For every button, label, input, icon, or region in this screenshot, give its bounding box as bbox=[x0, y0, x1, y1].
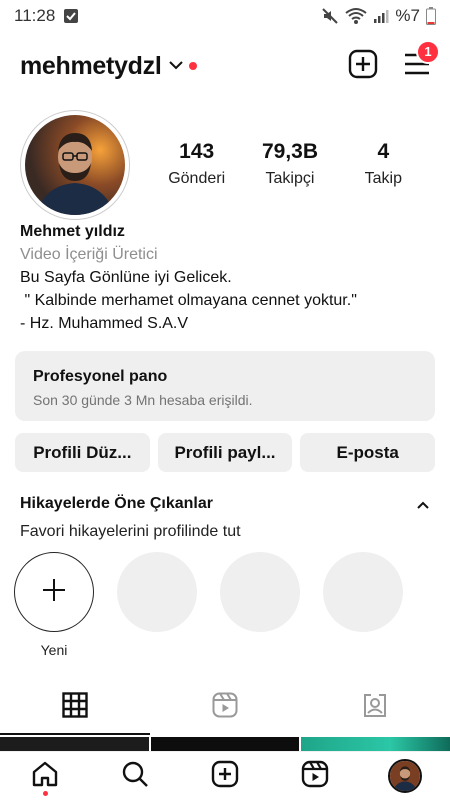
home-icon bbox=[31, 760, 59, 793]
nav-profile[interactable] bbox=[383, 754, 427, 798]
profile-avatar bbox=[388, 759, 422, 793]
stat-followers[interactable]: 79,3B Takipçi bbox=[243, 140, 336, 188]
highlight-placeholder-circle bbox=[117, 552, 197, 632]
stat-followers-value: 79,3B bbox=[261, 140, 319, 163]
story-highlights-subtitle: Favori hikayelerini profilinde tut bbox=[20, 523, 241, 540]
profile-avatar-ring[interactable] bbox=[20, 110, 130, 220]
nav-create[interactable] bbox=[203, 754, 247, 798]
tab-posts[interactable] bbox=[0, 682, 150, 735]
stat-following[interactable]: 4 Takip bbox=[337, 140, 430, 188]
edit-profile-button[interactable]: Profili Düz... bbox=[15, 433, 150, 472]
stat-posts[interactable]: 143 Gönderi bbox=[150, 140, 243, 188]
mute-icon bbox=[321, 7, 339, 25]
post-thumbnail[interactable] bbox=[0, 737, 149, 751]
new-highlight-circle[interactable] bbox=[14, 552, 94, 632]
create-icon bbox=[211, 760, 239, 793]
stat-following-value: 4 bbox=[377, 140, 390, 163]
status-bar: 11:28 %7 bbox=[0, 0, 450, 32]
chevron-down-icon[interactable] bbox=[169, 57, 184, 75]
bottom-navigation bbox=[0, 751, 450, 800]
stat-posts-value: 143 bbox=[179, 140, 215, 163]
highlight-placeholder bbox=[117, 552, 197, 658]
email-label: E-posta bbox=[336, 442, 399, 462]
tab-tagged[interactable] bbox=[300, 682, 450, 732]
profile-category: Video İçeriği Üretici bbox=[20, 246, 158, 263]
reels-icon bbox=[212, 692, 238, 723]
plus-icon bbox=[41, 577, 67, 608]
profile-bio: Mehmet yıldız Video İçeriği Üretici Bu S… bbox=[20, 220, 430, 335]
highlight-placeholder bbox=[323, 552, 403, 658]
display-name: Mehmet yıldız bbox=[20, 223, 125, 240]
story-highlights-title: Hikayelerde Öne Çıkanlar bbox=[20, 495, 213, 512]
hamburger-menu-icon[interactable] bbox=[404, 53, 430, 80]
highlight-placeholder-circle bbox=[220, 552, 300, 632]
wifi-icon bbox=[345, 7, 368, 25]
bio-line-3: - Hz. Muhammed S.A.V bbox=[20, 315, 189, 332]
nav-search[interactable] bbox=[113, 754, 157, 798]
highlight-placeholder-circle bbox=[323, 552, 403, 632]
new-highlight[interactable]: Yeni bbox=[14, 552, 94, 658]
content-tabs bbox=[0, 682, 450, 735]
story-highlights-header: Hikayelerde Öne Çıkanlar Favori hikayele… bbox=[20, 495, 430, 541]
profile-avatar[interactable] bbox=[25, 115, 125, 215]
account-switch-dot bbox=[189, 62, 198, 70]
professional-dashboard[interactable]: Profesyonel pano Son 30 günde 3 Mn hesab… bbox=[15, 351, 435, 421]
bio-line-1: Bu Sayfa Gönlüne iyi Gelicek. bbox=[20, 269, 232, 286]
profile-header: mehmetydzl 1 bbox=[20, 39, 440, 88]
email-button[interactable]: E-posta bbox=[300, 433, 436, 472]
story-highlights: Yeni bbox=[14, 552, 403, 658]
profile-stats: 143 Gönderi 79,3B Takipçi 4 Takip bbox=[150, 140, 430, 188]
professional-dashboard-subtitle: Son 30 günde 3 Mn hesaba erişildi. bbox=[33, 392, 253, 408]
share-profile-button[interactable]: Profili payl... bbox=[157, 433, 293, 472]
grid-icon bbox=[62, 691, 88, 723]
new-highlight-label: Yeni bbox=[40, 642, 68, 658]
menu-button[interactable]: 1 bbox=[404, 39, 440, 81]
share-profile-label: Profili payl... bbox=[174, 442, 276, 462]
post-thumbnail[interactable] bbox=[301, 737, 450, 751]
stat-posts-label: Gönderi bbox=[168, 170, 226, 187]
notification-check-icon bbox=[63, 8, 79, 24]
search-icon bbox=[121, 760, 149, 793]
status-time: 11:28 bbox=[14, 6, 56, 25]
stat-following-label: Takip bbox=[364, 170, 402, 187]
battery-percent: %7 bbox=[395, 6, 420, 25]
nav-reels[interactable] bbox=[293, 754, 337, 798]
posts-grid-preview bbox=[0, 737, 450, 751]
battery-icon bbox=[426, 7, 436, 25]
edit-profile-label: Profili Düz... bbox=[33, 442, 132, 462]
create-post-icon[interactable] bbox=[348, 49, 378, 84]
signal-icon bbox=[373, 8, 389, 24]
post-thumbnail[interactable] bbox=[150, 737, 300, 751]
nav-home[interactable] bbox=[23, 754, 67, 798]
stat-followers-label: Takipçi bbox=[265, 170, 315, 187]
tab-reels[interactable] bbox=[150, 682, 300, 732]
chevron-up-icon[interactable] bbox=[416, 497, 430, 515]
reels-icon bbox=[301, 760, 329, 793]
username[interactable]: mehmetydzl bbox=[20, 52, 162, 81]
profile-action-buttons: Profili Düz... Profili payl... E-posta bbox=[15, 433, 436, 472]
bio-line-2: " Kalbinde merhamet olmayana cennet yokt… bbox=[20, 292, 357, 309]
notification-badge: 1 bbox=[416, 39, 440, 64]
tagged-icon bbox=[362, 692, 388, 723]
home-notification-dot bbox=[42, 791, 48, 796]
professional-dashboard-title: Profesyonel pano bbox=[33, 368, 168, 385]
highlight-placeholder bbox=[220, 552, 300, 658]
